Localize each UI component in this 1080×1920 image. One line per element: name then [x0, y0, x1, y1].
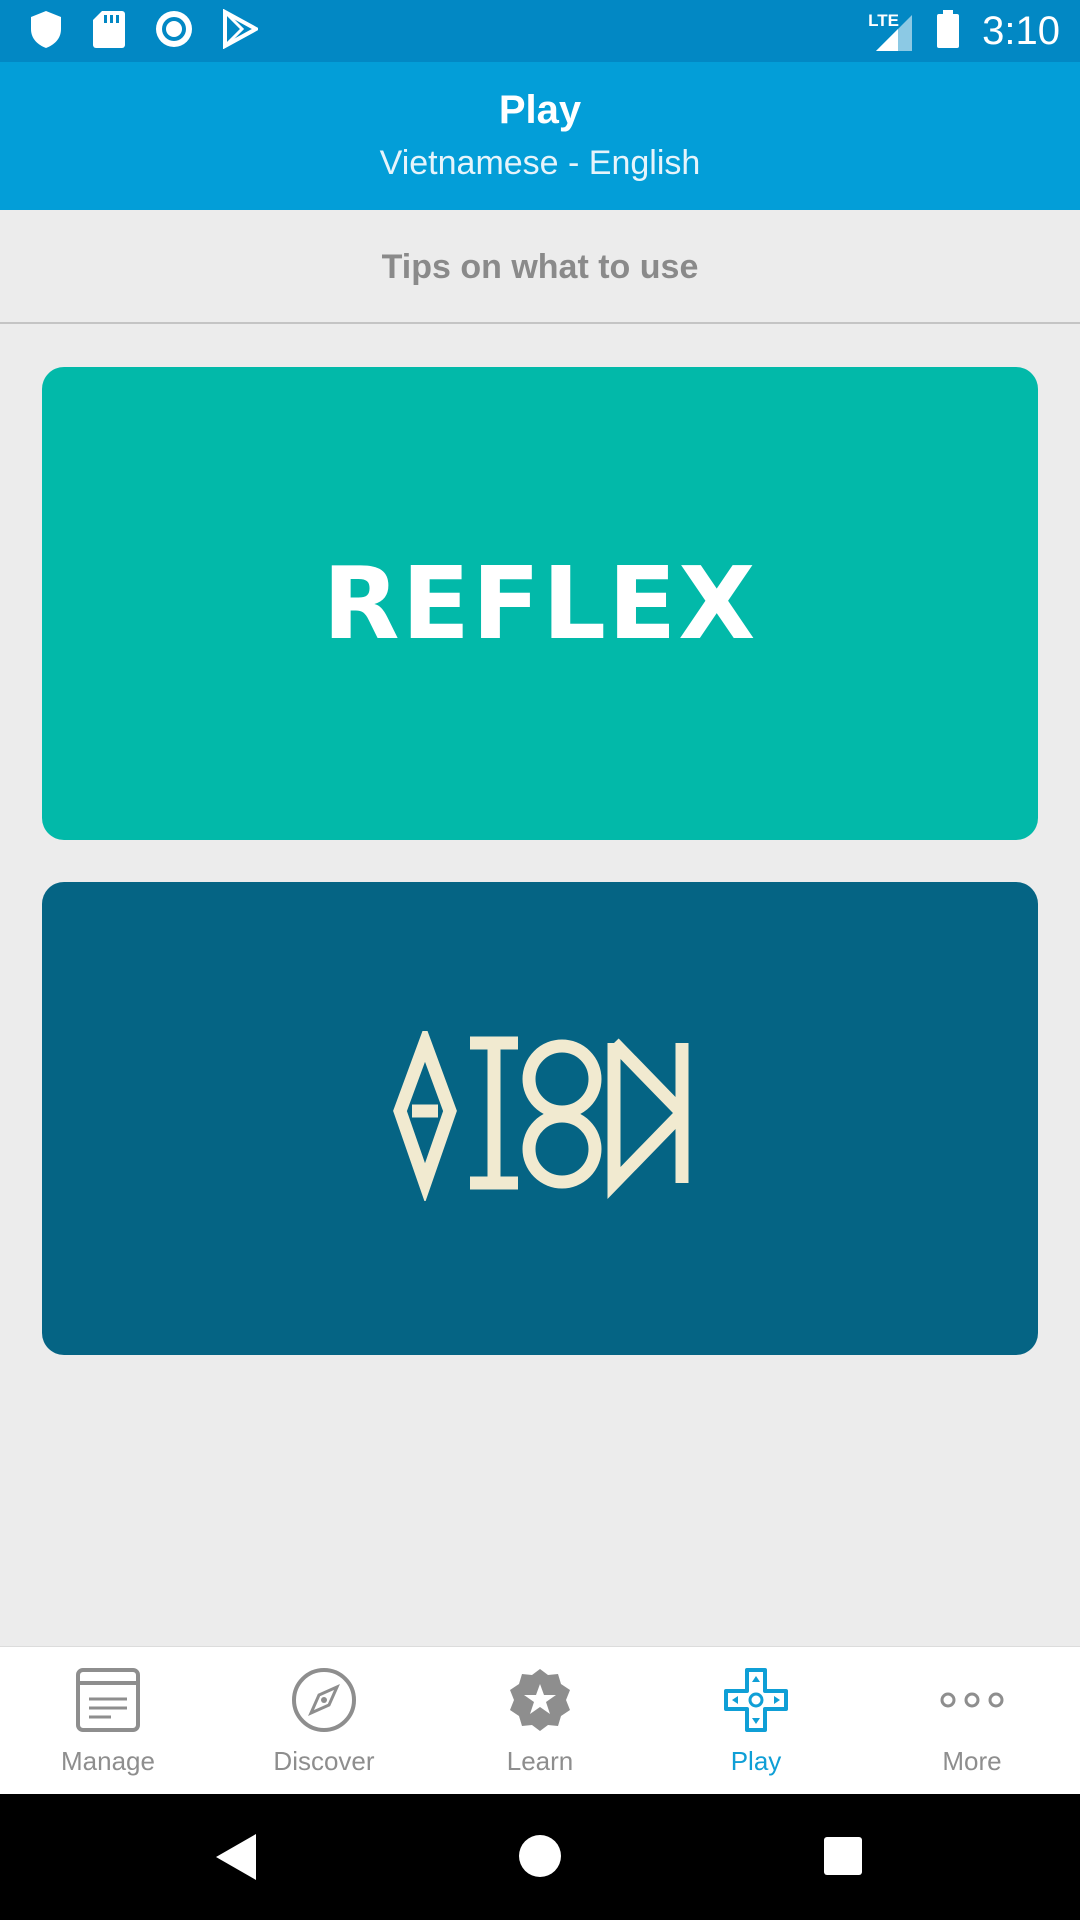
nav-label-learn: Learn: [506, 1746, 574, 1776]
lte-signal-icon: LTE: [868, 9, 914, 53]
play-store-icon: [222, 8, 261, 54]
reflex-game-label: REFLEX: [322, 545, 758, 662]
circle-notification-icon: [154, 9, 194, 54]
nav-item-play[interactable]: Play: [648, 1647, 864, 1794]
reflex-game-card[interactable]: REFLEX: [42, 367, 1038, 840]
nav-item-more[interactable]: More: [864, 1647, 1080, 1794]
nav-label-play: Play: [730, 1746, 782, 1776]
gamepad-icon: [723, 1667, 789, 1738]
nav-item-learn[interactable]: Learn: [432, 1647, 648, 1794]
moia-game-card[interactable]: [42, 882, 1038, 1355]
nav-item-discover[interactable]: Discover: [216, 1647, 432, 1794]
back-icon[interactable]: [214, 1832, 258, 1887]
tips-label: Tips on what to use: [381, 248, 699, 286]
shield-icon: [28, 9, 64, 54]
home-icon[interactable]: [518, 1834, 562, 1883]
nav-item-manage[interactable]: Manage: [0, 1647, 216, 1794]
recents-icon[interactable]: [823, 1836, 863, 1881]
bottom-navigation: Manage Discover Learn Play More: [0, 1646, 1080, 1794]
system-navigation-bar: [0, 1794, 1080, 1920]
star-badge-icon: [507, 1667, 573, 1738]
compass-icon: [291, 1667, 357, 1738]
tips-banner[interactable]: Tips on what to use: [0, 210, 1080, 324]
moia-logo: [390, 1024, 690, 1206]
page-title: Play: [498, 88, 582, 132]
nav-label-more: More: [942, 1746, 1002, 1776]
status-bar: LTE 3:10: [0, 0, 1080, 62]
more-dots-icon: [939, 1667, 1005, 1738]
nav-label-manage: Manage: [61, 1746, 155, 1776]
nav-label-discover: Discover: [273, 1746, 375, 1776]
battery-icon: [936, 9, 960, 54]
language-pair-subtitle: Vietnamese - English: [379, 144, 701, 182]
clock: 3:10: [982, 8, 1060, 53]
sd-card-icon: [92, 9, 126, 54]
manage-icon: [75, 1667, 141, 1738]
app-bar: Play Vietnamese - English: [0, 62, 1080, 210]
